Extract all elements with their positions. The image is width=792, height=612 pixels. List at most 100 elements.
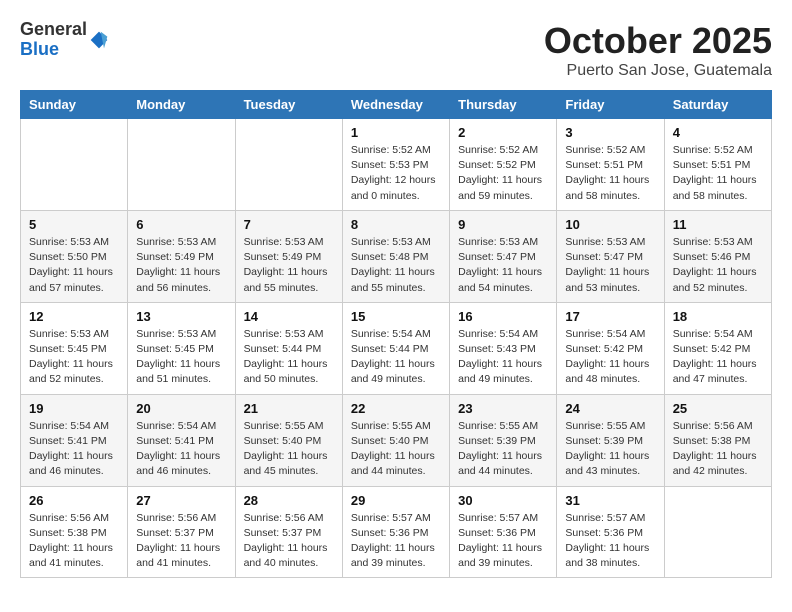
day-info: Sunrise: 5:57 AM Sunset: 5:36 PM Dayligh… <box>458 511 548 572</box>
weekday-header-saturday: Saturday <box>664 91 771 119</box>
logo: General Blue <box>20 20 109 60</box>
calendar-cell: 11Sunrise: 5:53 AM Sunset: 5:46 PM Dayli… <box>664 210 771 302</box>
day-info: Sunrise: 5:53 AM Sunset: 5:47 PM Dayligh… <box>458 235 548 296</box>
calendar-cell: 26 Sunrise: 5:56 AM Sunset: 5:38 PM Dayli… <box>21 486 128 578</box>
day-number: 25 <box>673 401 763 416</box>
calendar-cell: 8Sunrise: 5:53 AM Sunset: 5:48 PM Daylig… <box>342 210 449 302</box>
calendar-cell: 19Sunrise: 5:54 AM Sunset: 5:41 PM Dayli… <box>21 394 128 486</box>
calendar-cell: 9 Sunrise: 5:53 AM Sunset: 5:47 PM Daylig… <box>450 210 557 302</box>
day-number: 14 <box>244 309 334 324</box>
day-number: 4 <box>673 125 763 140</box>
weekday-header-monday: Monday <box>128 91 235 119</box>
day-info: Sunrise: 5:57 AM Sunset: 5:36 PM Dayligh… <box>565 511 655 572</box>
day-number: 26 <box>29 493 119 508</box>
logo-general: General <box>20 20 87 40</box>
calendar-cell <box>21 119 128 211</box>
calendar-week-row: 12 Sunrise: 5:53 AM Sunset: 5:45 PM Dayli… <box>21 302 772 394</box>
calendar-cell: 4 Sunrise: 5:52 AM Sunset: 5:51 PM Daylig… <box>664 119 771 211</box>
weekday-header-row: SundayMondayTuesdayWednesdayThursdayFrid… <box>21 91 772 119</box>
day-number: 17 <box>565 309 655 324</box>
day-number: 5 <box>29 217 119 232</box>
calendar-cell: 17 Sunrise: 5:54 AM Sunset: 5:42 PM Dayli… <box>557 302 664 394</box>
calendar-cell: 5 Sunrise: 5:53 AM Sunset: 5:50 PM Daylig… <box>21 210 128 302</box>
day-number: 9 <box>458 217 548 232</box>
calendar-cell: 22Sunrise: 5:55 AM Sunset: 5:40 PM Dayli… <box>342 394 449 486</box>
calendar-cell: 31 Sunrise: 5:57 AM Sunset: 5:36 PM Dayli… <box>557 486 664 578</box>
day-info: Sunrise: 5:53 AM Sunset: 5:46 PM Dayligh… <box>673 235 763 296</box>
calendar-cell: 20 Sunrise: 5:54 AM Sunset: 5:41 PM Dayli… <box>128 394 235 486</box>
day-info: Sunrise: 5:56 AM Sunset: 5:38 PM Dayligh… <box>673 419 763 480</box>
calendar-cell: 10 Sunrise: 5:53 AM Sunset: 5:47 PM Dayli… <box>557 210 664 302</box>
day-info: Sunrise: 5:52 AM Sunset: 5:51 PM Dayligh… <box>673 143 763 204</box>
calendar-table: SundayMondayTuesdayWednesdayThursdayFrid… <box>20 90 772 578</box>
weekday-header-friday: Friday <box>557 91 664 119</box>
day-info: Sunrise: 5:54 AM Sunset: 5:41 PM Dayligh… <box>136 419 226 480</box>
day-info: Sunrise: 5:54 AM Sunset: 5:42 PM Dayligh… <box>673 327 763 388</box>
day-info: Sunrise: 5:52 AM Sunset: 5:51 PM Dayligh… <box>565 143 655 204</box>
day-number: 1 <box>351 125 441 140</box>
title-block: October 2025 Puerto San Jose, Guatemala <box>544 20 772 80</box>
day-info: Sunrise: 5:53 AM Sunset: 5:49 PM Dayligh… <box>136 235 226 296</box>
day-number: 13 <box>136 309 226 324</box>
day-number: 15 <box>351 309 441 324</box>
day-info: Sunrise: 5:53 AM Sunset: 5:47 PM Dayligh… <box>565 235 655 296</box>
day-number: 3 <box>565 125 655 140</box>
calendar-cell: 2 Sunrise: 5:52 AM Sunset: 5:52 PM Daylig… <box>450 119 557 211</box>
calendar-cell: 24 Sunrise: 5:55 AM Sunset: 5:39 PM Dayli… <box>557 394 664 486</box>
day-number: 30 <box>458 493 548 508</box>
day-number: 10 <box>565 217 655 232</box>
day-info: Sunrise: 5:54 AM Sunset: 5:41 PM Dayligh… <box>29 419 119 480</box>
day-number: 27 <box>136 493 226 508</box>
day-info: Sunrise: 5:54 AM Sunset: 5:42 PM Dayligh… <box>565 327 655 388</box>
day-number: 20 <box>136 401 226 416</box>
day-number: 6 <box>136 217 226 232</box>
day-info: Sunrise: 5:53 AM Sunset: 5:50 PM Dayligh… <box>29 235 119 296</box>
day-info: Sunrise: 5:52 AM Sunset: 5:52 PM Dayligh… <box>458 143 548 204</box>
day-info: Sunrise: 5:55 AM Sunset: 5:39 PM Dayligh… <box>458 419 548 480</box>
weekday-header-tuesday: Tuesday <box>235 91 342 119</box>
calendar-cell <box>664 486 771 578</box>
day-info: Sunrise: 5:53 AM Sunset: 5:45 PM Dayligh… <box>136 327 226 388</box>
day-number: 23 <box>458 401 548 416</box>
day-info: Sunrise: 5:54 AM Sunset: 5:44 PM Dayligh… <box>351 327 441 388</box>
weekday-header-sunday: Sunday <box>21 91 128 119</box>
calendar-cell <box>235 119 342 211</box>
day-number: 31 <box>565 493 655 508</box>
calendar-cell: 30 Sunrise: 5:57 AM Sunset: 5:36 PM Dayli… <box>450 486 557 578</box>
calendar-cell: 12 Sunrise: 5:53 AM Sunset: 5:45 PM Dayli… <box>21 302 128 394</box>
calendar-cell: 28Sunrise: 5:56 AM Sunset: 5:37 PM Dayli… <box>235 486 342 578</box>
day-number: 18 <box>673 309 763 324</box>
day-info: Sunrise: 5:57 AM Sunset: 5:36 PM Dayligh… <box>351 511 441 572</box>
logo-blue: Blue <box>20 40 87 60</box>
day-number: 16 <box>458 309 548 324</box>
day-number: 12 <box>29 309 119 324</box>
day-info: Sunrise: 5:55 AM Sunset: 5:39 PM Dayligh… <box>565 419 655 480</box>
calendar-cell: 15 Sunrise: 5:54 AM Sunset: 5:44 PM Dayli… <box>342 302 449 394</box>
day-info: Sunrise: 5:56 AM Sunset: 5:38 PM Dayligh… <box>29 511 119 572</box>
calendar-cell: 25 Sunrise: 5:56 AM Sunset: 5:38 PM Dayli… <box>664 394 771 486</box>
calendar-cell: 3 Sunrise: 5:52 AM Sunset: 5:51 PM Daylig… <box>557 119 664 211</box>
calendar-cell: 18 Sunrise: 5:54 AM Sunset: 5:42 PM Dayli… <box>664 302 771 394</box>
day-info: Sunrise: 5:55 AM Sunset: 5:40 PM Dayligh… <box>351 419 441 480</box>
page-header: General Blue October 2025 Puerto San Jos… <box>20 20 772 80</box>
location-subtitle: Puerto San Jose, Guatemala <box>544 62 772 80</box>
day-info: Sunrise: 5:53 AM Sunset: 5:49 PM Dayligh… <box>244 235 334 296</box>
calendar-week-row: 1Sunrise: 5:52 AM Sunset: 5:53 PM Daylig… <box>21 119 772 211</box>
calendar-cell: 29 Sunrise: 5:57 AM Sunset: 5:36 PM Dayli… <box>342 486 449 578</box>
day-info: Sunrise: 5:53 AM Sunset: 5:48 PM Dayligh… <box>351 235 441 296</box>
day-number: 2 <box>458 125 548 140</box>
day-number: 24 <box>565 401 655 416</box>
weekday-header-wednesday: Wednesday <box>342 91 449 119</box>
weekday-header-thursday: Thursday <box>450 91 557 119</box>
logo-icon <box>89 30 109 50</box>
calendar-cell: 7Sunrise: 5:53 AM Sunset: 5:49 PM Daylig… <box>235 210 342 302</box>
day-info: Sunrise: 5:53 AM Sunset: 5:45 PM Dayligh… <box>29 327 119 388</box>
month-title: October 2025 <box>544 20 772 62</box>
day-number: 28 <box>244 493 334 508</box>
day-number: 29 <box>351 493 441 508</box>
calendar-cell: 23 Sunrise: 5:55 AM Sunset: 5:39 PM Dayli… <box>450 394 557 486</box>
calendar-week-row: 5 Sunrise: 5:53 AM Sunset: 5:50 PM Daylig… <box>21 210 772 302</box>
day-info: Sunrise: 5:54 AM Sunset: 5:43 PM Dayligh… <box>458 327 548 388</box>
calendar-week-row: 26 Sunrise: 5:56 AM Sunset: 5:38 PM Dayli… <box>21 486 772 578</box>
day-number: 21 <box>244 401 334 416</box>
